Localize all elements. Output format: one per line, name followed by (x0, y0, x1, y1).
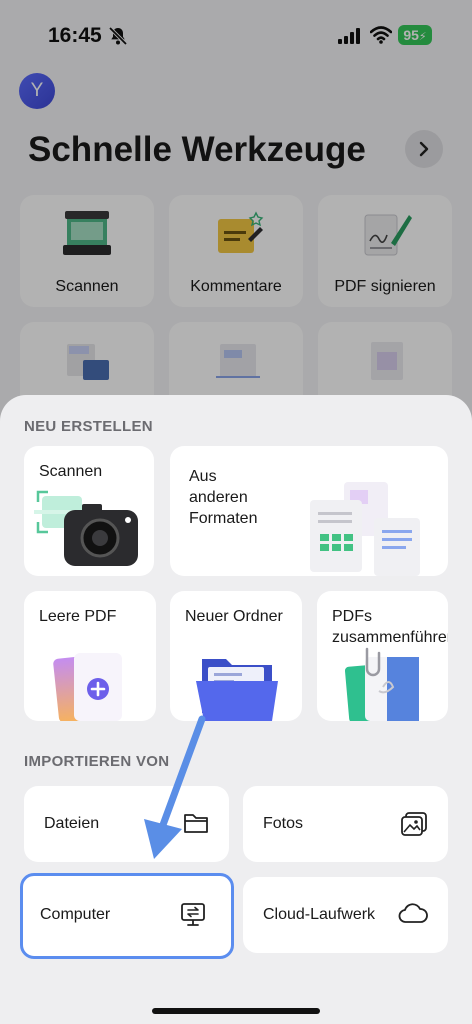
card-label: Neuer Ordner (185, 608, 283, 625)
card-label: Scannen (39, 463, 103, 480)
import-computer-button[interactable]: Computer (20, 873, 234, 959)
annotation-arrow-icon (144, 715, 206, 859)
create-merge-pdfs-card[interactable]: PDFs zusammenführen (317, 591, 448, 721)
create-blank-pdf-card[interactable]: Leere PDF (24, 591, 156, 721)
photos-icon (401, 812, 427, 836)
folder-icon (196, 659, 278, 721)
card-label: Leere PDF (39, 608, 117, 625)
create-new-folder-card[interactable]: Neuer Ordner (170, 591, 302, 721)
import-cloud-button[interactable]: Cloud-Laufwerk (243, 877, 448, 953)
create-scan-card[interactable]: Scannen (24, 446, 154, 576)
import-label: Dateien (44, 815, 100, 832)
import-label: Cloud-Laufwerk (263, 906, 376, 923)
section-title-create: NEU ERSTELLEN (24, 418, 153, 435)
create-from-formats-card[interactable]: Aus anderen Formaten (170, 446, 448, 576)
computer-transfer-icon (181, 903, 205, 926)
card-label: Aus anderen Formaten (189, 468, 258, 527)
import-photos-button[interactable]: Fotos (243, 786, 448, 862)
cloud-icon (398, 903, 428, 923)
add-document-icon (53, 653, 122, 721)
home-indicator (152, 1008, 320, 1014)
import-label: Computer (40, 906, 111, 923)
create-import-sheet: NEU ERSTELLEN Scannen Aus anderen Format… (0, 395, 472, 1024)
document-stack-icon (310, 482, 420, 576)
merge-documents-icon (344, 647, 419, 721)
camera-icon (34, 490, 138, 566)
import-label: Fotos (263, 815, 304, 832)
